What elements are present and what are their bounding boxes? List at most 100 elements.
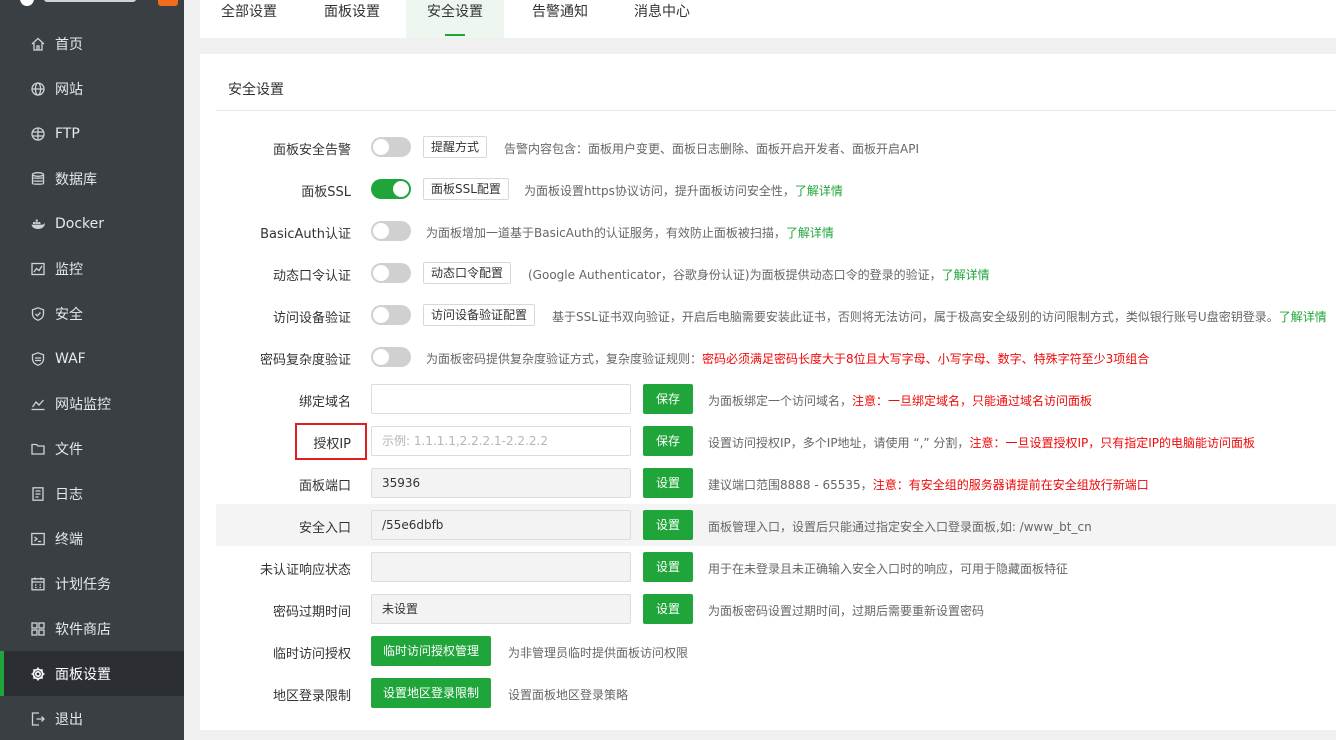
sidebar-item-cron[interactable]: 计划任务	[0, 561, 184, 606]
log-icon	[30, 486, 46, 502]
sidebar-item-app-store[interactable]: 软件商店	[0, 606, 184, 651]
sidebar-item-docker[interactable]: Docker	[0, 201, 184, 246]
ftp-globe-icon	[30, 126, 46, 142]
save-ip-button[interactable]: 保存	[643, 426, 693, 456]
sidebar-item-home[interactable]: 首页	[0, 21, 184, 66]
bind-domain-input[interactable]	[371, 384, 631, 414]
sidebar-item-terminal[interactable]: 终端	[0, 516, 184, 561]
sidebar-item-waf[interactable]: WAF	[0, 336, 184, 381]
device-verify-toggle[interactable]	[371, 305, 411, 325]
unauth-response-input[interactable]	[371, 552, 631, 582]
label-panel-alert: 面板安全告警	[272, 143, 351, 158]
sidebar-item-ftp[interactable]: FTP	[0, 111, 184, 156]
globe-icon	[30, 81, 46, 97]
home-icon	[30, 36, 46, 52]
tab-security-settings[interactable]: 安全设置	[406, 0, 504, 38]
otp-config-button[interactable]: 动态口令配置	[423, 262, 512, 284]
panel-alert-toggle[interactable]	[371, 137, 411, 157]
sidebar-item-label: 文件	[55, 441, 83, 458]
label-basicauth: BasicAuth认证	[260, 227, 351, 242]
sidebar-item-label: 网站监控	[55, 396, 111, 413]
shield-check-icon	[30, 306, 46, 322]
sidebar-item-logs[interactable]: 日志	[0, 471, 184, 516]
tab-all-settings[interactable]: 全部设置	[206, 0, 292, 38]
tempauth-desc: 为非管理员临时提供面板访问权限	[508, 646, 689, 660]
label-password-complexity: 密码复杂度验证	[259, 353, 351, 368]
label-panel-port: 面板端口	[298, 479, 351, 494]
save-domain-button[interactable]: 保存	[643, 384, 693, 414]
region-login-limit-button[interactable]: 设置地区登录限制	[371, 678, 492, 708]
sidebar-item-website[interactable]: 网站	[0, 66, 184, 111]
sidebar-item-site-monitor[interactable]: 网站监控	[0, 381, 184, 426]
ssl-desc: 为面板设置https协议访问，提升面板访问安全性，了解详情	[524, 184, 843, 198]
domain-desc: 为面板绑定一个访问域名，注意：一旦绑定域名，只能通过域名访问面板	[708, 394, 1093, 408]
basicauth-toggle[interactable]	[371, 221, 411, 241]
label-temp-access: 临时访问授权	[272, 647, 351, 662]
sidebar-item-panel-settings[interactable]: 面板设置	[0, 651, 184, 696]
ssl-config-button[interactable]: 面板SSL配置	[423, 178, 509, 200]
sidebar-item-files[interactable]: 文件	[0, 426, 184, 471]
panel-title: 安全设置	[228, 82, 284, 98]
device-desc: 基于SSL证书双向验证，开启后电脑需要安装此证书，否则将无法访问，属于极高安全级…	[552, 310, 1327, 324]
gear-icon	[30, 666, 46, 682]
database-icon	[30, 171, 46, 187]
temp-access-manage-button[interactable]: 临时访问授权管理	[371, 636, 492, 666]
sidebar: 首页 网站 FTP 数据库 Docker 监控 安全 WAF 网站监控 文件 日…	[0, 0, 184, 740]
alert-method-button[interactable]: 提醒方式	[423, 136, 488, 158]
folder-icon	[30, 441, 46, 457]
waf-shield-icon	[30, 351, 46, 367]
basicauth-learn-more-link[interactable]: 了解详情	[786, 226, 834, 240]
line-chart-icon	[30, 396, 46, 412]
panel-ssl-toggle[interactable]	[371, 179, 411, 199]
tab-message-center[interactable]: 消息中心	[620, 0, 704, 38]
grid-icon	[30, 621, 46, 637]
panel-port-input[interactable]: 35936	[371, 468, 631, 498]
divider	[216, 110, 1336, 111]
terminal-icon	[30, 531, 46, 547]
region-desc: 设置面板地区登录策略	[508, 688, 629, 702]
label-device-verify: 访问设备验证	[272, 311, 351, 326]
sidebar-item-label: 软件商店	[55, 621, 111, 638]
sidebar-item-database[interactable]: 数据库	[0, 156, 184, 201]
otp-desc: (Google Authenticator，谷歌身份认证)为面板提供动态口令的登…	[528, 268, 990, 282]
sidebar-item-label: 首页	[55, 36, 83, 53]
ip-desc: 设置访问授权IP，多个IP地址，请使用 “,” 分割，注意：一旦设置授权IP，只…	[708, 436, 1255, 450]
label-authorized-ip: 授权IP	[313, 437, 351, 452]
ssl-learn-more-link[interactable]: 了解详情	[795, 184, 843, 198]
label-region-login: 地区登录限制	[272, 689, 351, 704]
sidebar-item-label: 监控	[55, 261, 83, 278]
password-complexity-toggle[interactable]	[371, 347, 411, 367]
sidebar-item-label: 退出	[55, 711, 83, 728]
set-entry-button[interactable]: 设置	[643, 510, 693, 540]
set-password-expire-button[interactable]: 设置	[643, 594, 693, 624]
sidebar-item-label: 计划任务	[55, 576, 111, 593]
otp-toggle[interactable]	[371, 263, 411, 283]
security-settings-panel: 安全设置 面板安全告警 提醒方式 告警内容包含：面板用户变更、面板日志删除、面板…	[200, 54, 1336, 730]
set-port-button[interactable]: 设置	[643, 468, 693, 498]
sidebar-item-label: 网站	[55, 81, 83, 98]
otp-learn-more-link[interactable]: 了解详情	[942, 268, 990, 282]
device-learn-more-link[interactable]: 了解详情	[1279, 310, 1327, 324]
label-panel-ssl: 面板SSL	[301, 185, 351, 200]
device-verify-config-button[interactable]: 访问设备验证配置	[423, 304, 536, 326]
logout-icon	[30, 711, 46, 727]
calendar-icon	[30, 576, 46, 592]
pwdexpire-desc: 为面板密码设置过期时间，过期后需要重新设置密码	[708, 604, 985, 618]
label-otp: 动态口令认证	[272, 269, 351, 284]
sidebar-item-security[interactable]: 安全	[0, 291, 184, 336]
sidebar-item-label: 面板设置	[55, 666, 111, 683]
sidebar-item-label: FTP	[55, 125, 80, 142]
pwdcomplex-desc: 为面板密码提供复杂度验证方式，复杂度验证规则：密码必须满足密码长度大于8位且大写…	[426, 352, 1150, 366]
label-password-expire: 密码过期时间	[272, 605, 351, 620]
security-entry-input[interactable]: /55e6dbfb	[371, 510, 631, 540]
unauth-desc: 用于在未登录且未正确输入安全入口时的响应，可用于隐藏面板特征	[708, 562, 1069, 576]
monitor-chart-icon	[30, 261, 46, 277]
authorized-ip-input[interactable]: 示例: 1.1.1.1,2.2.2.1-2.2.2.2	[371, 426, 631, 456]
password-expire-input[interactable]: 未设置	[371, 594, 631, 624]
sidebar-item-monitor[interactable]: 监控	[0, 246, 184, 291]
settings-tabs: 全部设置 面板设置 安全设置 告警通知 消息中心	[200, 0, 1336, 38]
sidebar-item-logout[interactable]: 退出	[0, 696, 184, 740]
tab-panel-settings[interactable]: 面板设置	[310, 0, 394, 38]
tab-alert-notify[interactable]: 告警通知	[518, 0, 602, 38]
set-unauth-button[interactable]: 设置	[643, 552, 693, 582]
